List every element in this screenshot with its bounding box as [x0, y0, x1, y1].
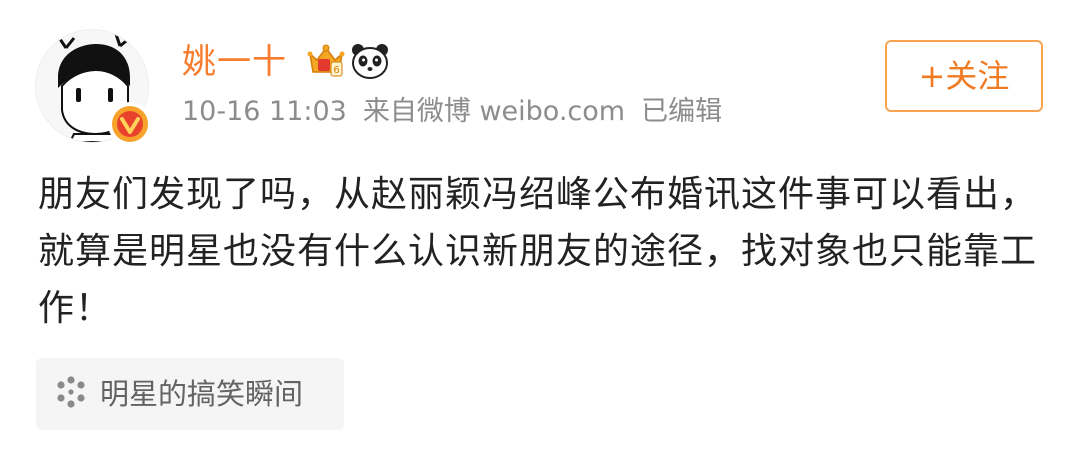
- post-content: 朋友们发现了吗，从赵丽颖冯绍峰公布婚讯这件事可以看出，就算是明星也没有什么认识新…: [38, 174, 1038, 329]
- post-source[interactable]: 来自微博 weibo.com: [363, 92, 625, 132]
- panda-icon[interactable]: [350, 42, 390, 84]
- post-meta: 10-16 11:03 来自微博 weibo.com 已编辑: [182, 92, 722, 132]
- author-name[interactable]: 姚一十: [182, 40, 287, 84]
- crown-member-icon[interactable]: 6: [306, 40, 346, 84]
- topic-dots-icon: [54, 375, 88, 413]
- topic-label: 明星的搞笑瞬间: [100, 377, 304, 411]
- author-avatar-wrapper[interactable]: [36, 30, 152, 146]
- svg-text:6: 6: [333, 65, 339, 76]
- edited-label[interactable]: 已编辑: [641, 92, 722, 132]
- follow-button[interactable]: +关注: [885, 40, 1043, 112]
- topic-tag[interactable]: 明星的搞笑瞬间: [36, 358, 344, 430]
- post-time: 10-16 11:03: [182, 96, 347, 127]
- verified-badge-icon: [108, 102, 152, 146]
- weibo-post-card: 姚一十 6 10-16 11:03 来自微博 weibo.com 已编辑 +关注 朋…: [0, 0, 1080, 466]
